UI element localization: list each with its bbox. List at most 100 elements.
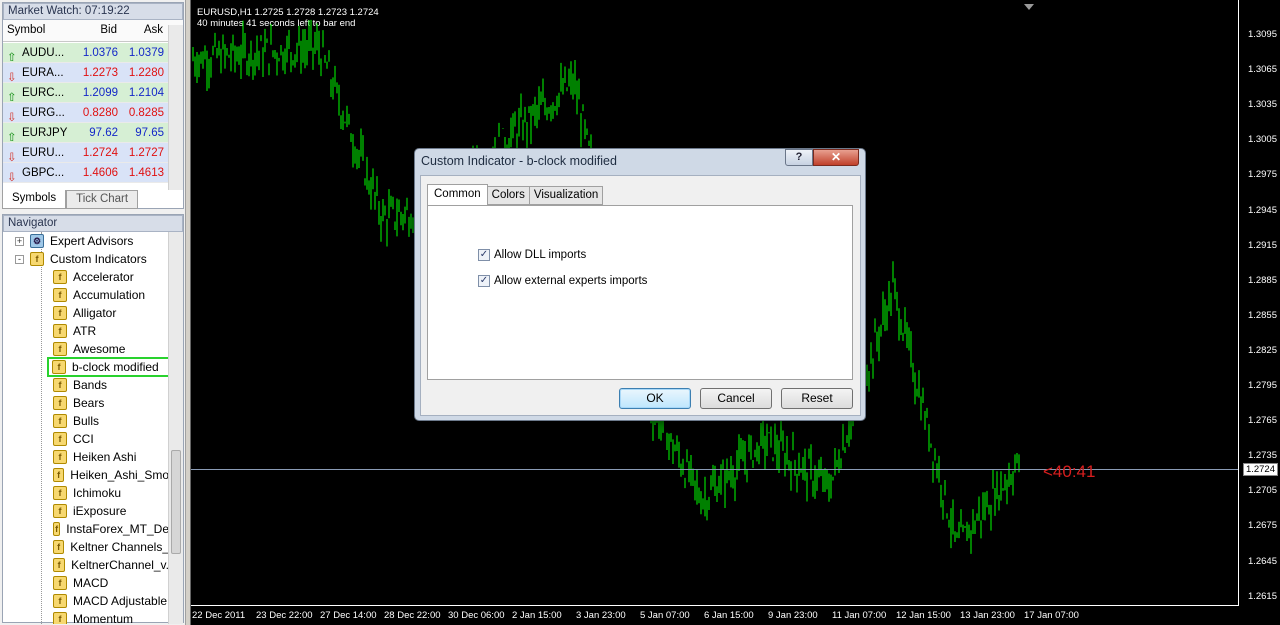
column-symbol[interactable]: Symbol (3, 20, 73, 41)
price-tick: 1.3005 (1247, 134, 1277, 146)
bid-cell: 1.4606 (82, 166, 118, 179)
indicator-item[interactable]: f Alligator (3, 304, 169, 322)
help-button[interactable]: ? (785, 149, 813, 166)
cancel-button[interactable]: Cancel (700, 388, 772, 409)
indicator-icon: f (53, 486, 67, 500)
time-tick: 27 Dec 14:00 (320, 610, 377, 621)
market-watch-row[interactable]: ⇩ EURA... 1.2273 1.2280 (3, 63, 169, 83)
indicator-icon: f (53, 576, 67, 590)
indicator-label: Accumulation (73, 288, 146, 302)
indicator-item[interactable]: f Ichimoku (3, 484, 169, 502)
navigator-title: Navigator (3, 215, 183, 232)
checkbox-check-icon[interactable]: ✓ (478, 275, 490, 287)
time-tick: 28 Dec 22:00 (384, 610, 441, 621)
tab-tick-chart[interactable]: Tick Chart (66, 190, 139, 209)
symbol-name: EURG... (22, 106, 65, 119)
indicator-icon: f (53, 270, 67, 284)
arrow-down-icon: ⇩ (7, 171, 17, 183)
indicator-icon: f (53, 396, 67, 410)
indicator-item[interactable]: f Accumulation (3, 286, 169, 304)
price-tick: 1.2825 (1247, 344, 1277, 356)
ask-cell: 0.8285 (128, 106, 164, 119)
bid-cell: 0.8280 (82, 106, 118, 119)
expand-icon[interactable]: + (15, 236, 24, 246)
indicator-icon: f (53, 522, 61, 536)
navigator-scrollbar[interactable] (168, 232, 183, 624)
tab-symbols[interactable]: Symbols (2, 190, 67, 209)
market-watch-header: Symbol Bid Ask (3, 20, 183, 42)
indicator-icon: f (53, 306, 67, 320)
symbol-cell: ⇧ EURJPY (3, 123, 73, 143)
tree-group-label: Custom Indicators (50, 252, 147, 266)
bid-cell: 1.2724 (82, 146, 118, 159)
symbol-cell: ⇧ AUDU... (3, 43, 73, 63)
indicator-item[interactable]: f Bears (3, 394, 169, 412)
ok-button[interactable]: OK (619, 388, 691, 409)
market-watch-panel: Market Watch: 07:19:22 Symbol Bid Ask ⇧ A… (2, 2, 184, 209)
indicator-item[interactable]: f CCI (3, 430, 169, 448)
tab-colors[interactable]: Colors (486, 186, 530, 205)
navigator-scroll-thumb[interactable] (171, 450, 181, 554)
price-axis: 1.2724 1.3095 1.3065 1.3035 1.3005 1.2975 1.2… (1238, 0, 1280, 605)
ask-cell: 1.2727 (128, 146, 164, 159)
market-watch-row[interactable]: ⇩ GBPC... 1.4606 1.4613 (3, 163, 169, 183)
column-ask[interactable]: Ask (121, 20, 167, 41)
expert-advisors-icon: ⚙ (30, 234, 44, 248)
custom-indicators-icon: f (30, 252, 44, 266)
tab-common[interactable]: Common (427, 184, 488, 205)
indicator-icon: f (53, 594, 67, 608)
indicator-item[interactable]: f Awesome (3, 340, 169, 358)
indicator-item[interactable]: f KeltnerChannel_v. (3, 556, 169, 574)
reset-button[interactable]: Reset (781, 388, 853, 409)
market-watch-row[interactable]: ⇧ AUDU... 1.0376 1.0379 (3, 43, 169, 63)
symbol-cell: ⇩ EURG... (3, 103, 73, 123)
indicator-item[interactable]: f Momentum (3, 610, 169, 624)
common-tab-page: ✓ Allow DLL imports ✓ Allow external exp… (427, 205, 853, 380)
tree-group-custom-indicators[interactable]: - f Custom Indicators (3, 250, 169, 268)
indicator-icon: f (53, 414, 67, 428)
indicator-item[interactable]: f ATR (3, 322, 169, 340)
market-watch-rows: ⇧ AUDU... 1.0376 1.0379 ⇩ EURA... 1.2273 1.2280… (3, 43, 169, 190)
indicator-item[interactable]: f InstaForex_MT_De (3, 520, 169, 538)
indicator-label: Bulls (73, 414, 100, 428)
market-watch-row[interactable]: ⇩ EURU... 1.2724 1.2727 (3, 143, 169, 163)
market-watch-scrollbar[interactable] (168, 25, 183, 190)
indicator-item[interactable]: f Heiken Ashi (3, 448, 169, 466)
arrow-up-icon: ⇧ (7, 51, 17, 63)
indicator-item[interactable]: f MACD Adjustable (3, 592, 169, 610)
indicator-label: MACD Adjustable (73, 594, 168, 608)
indicator-icon: f (53, 504, 67, 518)
bid-price-label: 1.2724 (1242, 463, 1278, 476)
indicator-icon: f (53, 558, 66, 572)
allow-external-experts-checkbox[interactable]: ✓ Allow external experts imports (478, 275, 647, 287)
time-tick: 13 Jan 23:00 (960, 610, 1015, 621)
indicator-item[interactable]: f Bands (3, 376, 169, 394)
collapse-icon[interactable]: - (15, 254, 24, 264)
price-tick: 1.2795 (1247, 380, 1277, 391)
symbol-cell: ⇩ EURU... (3, 143, 73, 163)
tree-group-expert-advisors[interactable]: + ⚙ Expert Advisors (3, 232, 169, 250)
indicator-item[interactable]: f MACD (3, 574, 169, 592)
market-watch-row[interactable]: ⇧ EURJPY 97.62 97.65 (3, 123, 169, 143)
indicator-item[interactable]: f Heiken_Ashi_Smo (3, 466, 169, 484)
indicator-label: Heiken Ashi (73, 450, 137, 464)
indicator-icon: f (53, 378, 67, 392)
indicator-item[interactable]: f Accelerator (3, 268, 169, 286)
indicator-item[interactable]: f iExposure (3, 502, 169, 520)
allow-dll-imports-checkbox[interactable]: ✓ Allow DLL imports (478, 249, 586, 261)
indicator-item[interactable]: f Bulls (3, 412, 169, 430)
bid-cell: 1.2099 (82, 86, 118, 99)
price-tick: 1.2735 (1247, 450, 1277, 462)
indicator-icon: f (53, 612, 67, 624)
market-watch-row[interactable]: ⇧ EURC... 1.2099 1.2104 (3, 83, 169, 103)
market-watch-row[interactable]: ⇩ EURG... 0.8280 0.8285 (3, 103, 169, 123)
column-bid[interactable]: Bid (73, 20, 121, 41)
price-tick: 1.2945 (1247, 204, 1277, 216)
indicator-label: Bears (73, 396, 105, 410)
checkbox-check-icon[interactable]: ✓ (478, 249, 490, 261)
indicator-item[interactable]: f Keltner Channels_ (3, 538, 169, 556)
close-button[interactable]: ✕ (813, 149, 859, 166)
indicator-item[interactable]: f b-clock modified (47, 357, 169, 377)
tab-visualization[interactable]: Visualization (528, 186, 604, 205)
indicator-label: Alligator (73, 306, 117, 320)
